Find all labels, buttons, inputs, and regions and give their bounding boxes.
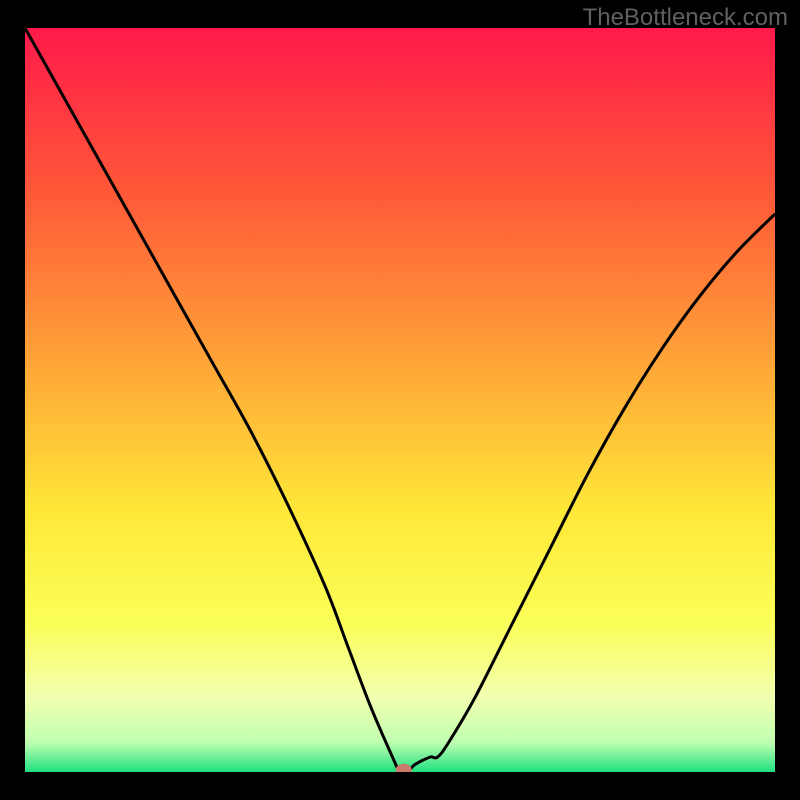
watermark-text: TheBottleneck.com — [583, 4, 788, 32]
gradient-background — [25, 28, 775, 772]
chart-svg — [25, 28, 775, 772]
plot-area — [25, 28, 775, 772]
chart-container: TheBottleneck.com — [0, 0, 800, 800]
